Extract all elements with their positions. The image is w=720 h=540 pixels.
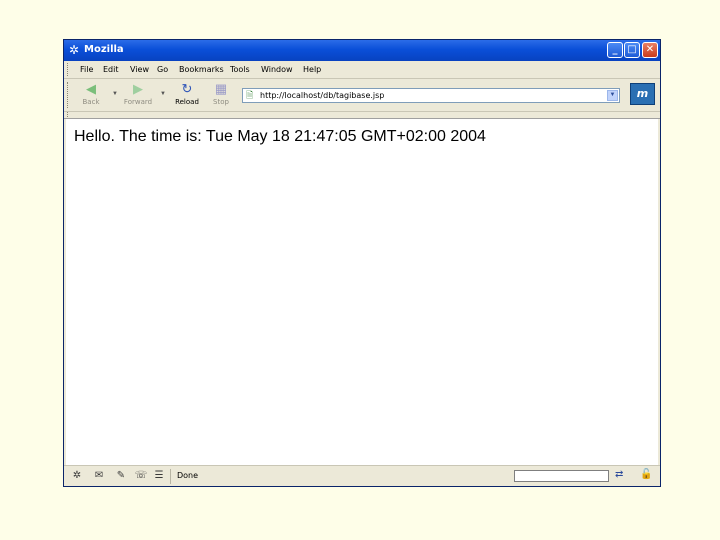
forward-arrow-icon: ▶ <box>133 81 143 96</box>
menu-file[interactable]: File <box>80 65 93 74</box>
url-input[interactable]: http://localhost/db/tagibase.jsp <box>260 90 384 101</box>
stop-label: Stop <box>213 98 229 106</box>
url-bar[interactable]: 🗎 http://localhost/db/tagibase.jsp ▼ <box>242 88 620 103</box>
mozilla-throbber-icon[interactable]: m <box>630 83 655 105</box>
menu-help[interactable]: Help <box>303 65 321 74</box>
strip-grip[interactable] <box>67 112 71 117</box>
navigator-icon[interactable]: ✲ <box>70 470 84 482</box>
status-text: Done <box>177 471 199 480</box>
back-dropdown-icon[interactable]: ▼ <box>112 91 118 97</box>
menu-bookmarks[interactable]: Bookmarks <box>179 65 224 74</box>
page-text: Hello. The time is: Tue May 18 21:47:05 … <box>74 128 486 145</box>
maximize-button[interactable]: □ <box>624 42 640 58</box>
menu-go[interactable]: Go <box>157 65 168 74</box>
chat-icon[interactable]: ☏ <box>134 470 148 482</box>
reload-button[interactable]: ↻ Reload <box>170 80 204 110</box>
page-icon: 🗎 <box>246 90 254 100</box>
forward-dropdown-icon[interactable]: ▼ <box>160 91 166 97</box>
online-status-icon[interactable]: ⇄ <box>615 469 623 480</box>
forward-button[interactable]: ▶ Forward <box>121 80 155 110</box>
title-bar[interactable]: ✲ Mozilla _ □ ✕ <box>64 40 660 61</box>
menu-tools[interactable]: Tools <box>230 65 250 74</box>
navigation-toolbar: ◀ Back ▼ ▶ Forward ▼ ↻ Reload ▦ Stop 🗎 h… <box>64 79 660 112</box>
security-lock-icon[interactable]: 🔓 <box>640 469 652 480</box>
mozilla-icon: ✲ <box>69 43 80 57</box>
address-book-icon[interactable]: ☰ <box>152 470 166 482</box>
close-button[interactable]: ✕ <box>642 42 658 58</box>
back-label: Back <box>82 98 100 106</box>
minimize-button[interactable]: _ <box>607 42 623 58</box>
toolbar-divider <box>64 112 660 119</box>
status-bar: ✲ ✉ ✎ ☏ ☰ Done ⇄ 🔓 <box>64 465 660 487</box>
back-arrow-icon: ◀ <box>86 81 96 96</box>
browser-window: ✲ Mozilla _ □ ✕ File Edit View Go Bookma… <box>63 39 661 487</box>
menu-window[interactable]: Window <box>261 65 293 74</box>
status-separator <box>170 469 171 484</box>
reload-icon: ↻ <box>181 81 193 96</box>
menubar-grip[interactable] <box>67 63 71 76</box>
url-dropdown-icon[interactable]: ▼ <box>607 90 618 101</box>
reload-label: Reload <box>175 98 199 106</box>
back-button[interactable]: ◀ Back <box>74 80 108 110</box>
menu-edit[interactable]: Edit <box>103 65 119 74</box>
composer-icon[interactable]: ✎ <box>114 470 128 482</box>
menu-view[interactable]: View <box>130 65 149 74</box>
progress-meter <box>514 470 609 482</box>
page-content: Hello. The time is: Tue May 18 21:47:05 … <box>66 119 658 465</box>
stop-icon: ▦ <box>214 81 228 96</box>
forward-label: Forward <box>123 98 153 106</box>
mail-icon[interactable]: ✉ <box>92 470 106 482</box>
menu-bar: File Edit View Go Bookmarks Tools Window… <box>64 61 660 79</box>
stop-button[interactable]: ▦ Stop <box>204 80 238 110</box>
window-title: Mozilla <box>84 44 124 55</box>
toolbar-grip[interactable] <box>67 82 71 108</box>
